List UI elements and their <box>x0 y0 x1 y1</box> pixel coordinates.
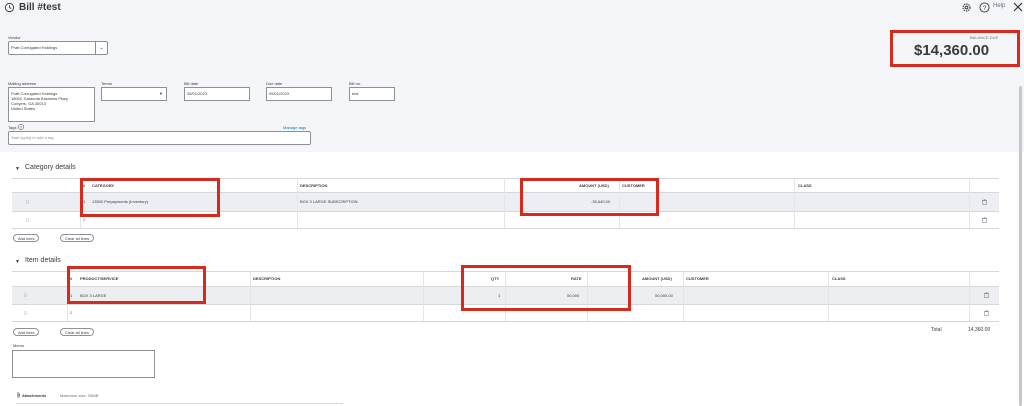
item-section-title: Item details <box>25 257 61 264</box>
drag-handle-icon[interactable] <box>24 293 27 297</box>
close-icon[interactable] <box>1012 1 1024 13</box>
category-col-divider <box>504 178 505 228</box>
item-col-amount: AMOUNT (USD) <box>642 276 672 281</box>
help-label[interactable]: Help <box>993 3 1005 9</box>
trash-icon[interactable] <box>982 199 987 205</box>
paperclip-icon <box>17 392 20 398</box>
category-col-divider <box>297 178 298 228</box>
trash-icon[interactable] <box>984 310 989 316</box>
item-col-customer: CUSTOMER <box>686 276 709 281</box>
drag-handle-icon[interactable] <box>24 311 27 315</box>
item-row-num: 2 <box>70 310 73 315</box>
bill-header-panel <box>0 0 1024 152</box>
category-row-description[interactable]: BOX 3 LARGE SUBSCRIPTION <box>300 199 358 204</box>
attachments-max-size: Maximum size: 20MB <box>60 393 99 398</box>
category-section-title: Category details <box>25 164 76 171</box>
bill-date-label: Bill date <box>184 81 199 86</box>
mailing-address-field[interactable]: Pratt Corrugated Holdings 1800C Sarasota… <box>8 87 95 122</box>
chevron-down-icon[interactable]: ⌄ <box>95 42 107 54</box>
history-icon[interactable] <box>4 2 15 13</box>
mailing-address-label: Mailing address <box>8 81 37 86</box>
item-col-class: CLASS <box>832 276 846 281</box>
tags-input[interactable]: Start typing to add a tag <box>8 131 311 145</box>
tags-label: Tags <box>8 125 17 130</box>
memo-label: Memo <box>13 343 25 348</box>
category-collapse-icon[interactable]: ▼ <box>15 166 20 172</box>
category-row-num: 2 <box>83 217 86 222</box>
manage-tags-link[interactable]: Manage tags <box>283 125 306 130</box>
vendor-label: Vendor <box>8 35 21 40</box>
title-bar: Bill #test ? Help <box>0 0 1024 18</box>
attachments-label: Attachments <box>22 393 47 398</box>
svg-text:?: ? <box>20 125 23 130</box>
gear-icon[interactable] <box>961 2 972 13</box>
due-date-label: Due date <box>266 81 283 86</box>
trash-icon[interactable] <box>982 217 987 223</box>
item-add-lines-button[interactable]: Add lines <box>13 328 40 336</box>
category-clear-lines-button[interactable]: Clear all lines <box>60 234 95 242</box>
item-clear-lines-button[interactable]: Clear all lines <box>60 328 95 336</box>
category-add-lines-button[interactable]: Add lines <box>13 234 40 242</box>
trash-icon[interactable] <box>984 292 989 298</box>
info-icon[interactable]: ? <box>18 124 24 130</box>
page-title: Bill #test <box>19 2 61 13</box>
item-col-divider <box>250 271 251 321</box>
bill-no-label: Bill no. <box>349 81 362 86</box>
amount-customer-highlight-box <box>520 178 659 216</box>
due-date-field[interactable]: 05/01/2023 <box>266 87 332 101</box>
category-col-divider <box>794 178 795 228</box>
drag-handle-icon[interactable] <box>26 218 29 222</box>
memo-input[interactable] <box>12 350 155 378</box>
terms-select[interactable]: ▼ <box>101 87 167 101</box>
bill-no-field[interactable]: test <box>349 87 395 101</box>
item-row-amount[interactable]: 50,000.00 <box>655 293 673 298</box>
qty-rate-highlight-box <box>461 265 631 311</box>
drag-handle-icon[interactable] <box>26 200 29 204</box>
item-col-divider <box>423 271 424 321</box>
item-collapse-icon[interactable]: ▼ <box>15 259 20 265</box>
item-col-description: DESCRIPTION <box>253 276 281 281</box>
caret-down-icon[interactable]: ▼ <box>159 91 163 96</box>
scrollbar[interactable] <box>1019 86 1022 406</box>
total-value: 14,360.00 <box>968 327 991 333</box>
item-col-divider <box>683 271 684 321</box>
item-col-divider <box>828 271 829 321</box>
category-col-divider <box>969 178 970 228</box>
svg-text:?: ? <box>983 5 987 12</box>
attachments-drop-zone[interactable] <box>16 403 343 404</box>
help-icon[interactable]: ? <box>979 2 990 13</box>
vendor-select[interactable]: Pratt Corrugated Holdings ⌄ <box>8 41 108 55</box>
terms-label: Terms <box>101 81 112 86</box>
balance-highlight-box <box>890 30 1020 67</box>
product-highlight-box <box>67 266 206 304</box>
category-col-description: DESCRIPTION <box>300 183 328 188</box>
bill-date-field[interactable]: 05/01/2023 <box>184 87 250 101</box>
item-table-bottom-border <box>12 321 999 322</box>
category-col-class: CLASS <box>798 183 812 188</box>
vendor-value: Pratt Corrugated Holdings <box>11 45 58 50</box>
category-highlight-box <box>80 178 220 217</box>
total-label: Total <box>931 327 942 333</box>
item-col-divider <box>969 271 970 321</box>
category-table-bottom-border <box>12 228 999 229</box>
